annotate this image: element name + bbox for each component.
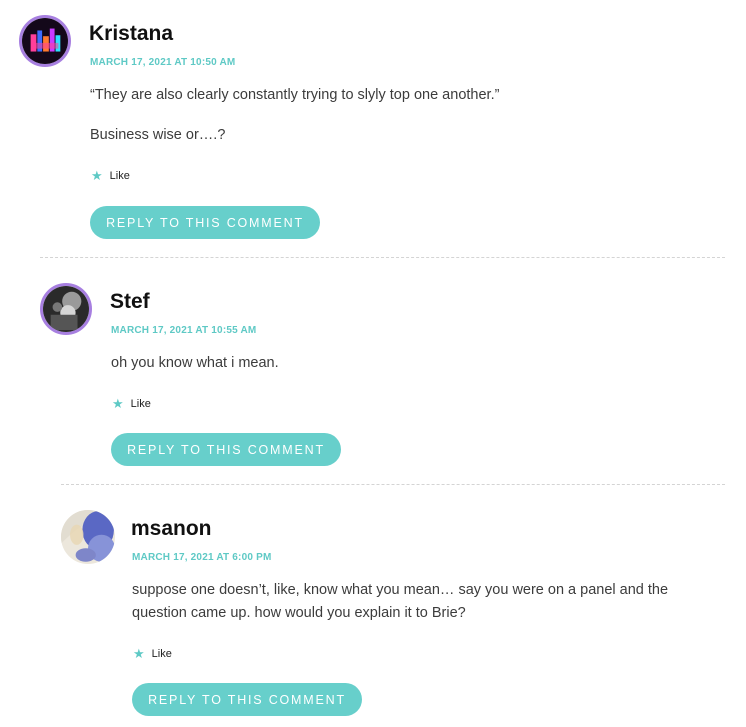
- like-button[interactable]: ★ Like: [91, 169, 130, 182]
- like-label: Like: [109, 169, 130, 182]
- comment-text: “They are also clearly constantly trying…: [90, 87, 500, 103]
- comment-date[interactable]: MARCH 17, 2021 AT 10:50 AM: [90, 57, 235, 68]
- avatar-abstract-icon[interactable]: [61, 510, 115, 564]
- comment-divider: [40, 257, 725, 258]
- reply-button[interactable]: REPLY TO THIS COMMENT: [111, 433, 341, 466]
- comment-divider: [61, 484, 725, 485]
- like-label: Like: [130, 397, 151, 410]
- comment-author[interactable]: Stef: [110, 290, 150, 314]
- comment-text: Business wise or….?: [90, 127, 226, 143]
- comment-text: oh you know what i mean.: [111, 355, 279, 371]
- comment-kristana: Kristana MARCH 17, 2021 AT 10:50 AM “The…: [19, 15, 725, 245]
- reply-button[interactable]: REPLY TO THIS COMMENT: [132, 683, 362, 716]
- avatar-neon-icon[interactable]: [19, 15, 71, 67]
- comment-date[interactable]: MARCH 17, 2021 AT 6:00 PM: [132, 552, 272, 563]
- like-label: Like: [151, 647, 172, 660]
- star-icon: ★: [112, 396, 124, 411]
- star-icon: ★: [91, 168, 103, 183]
- comment-msanon: msanon MARCH 17, 2021 AT 6:00 PM suppose…: [61, 510, 725, 720]
- star-icon: ★: [133, 646, 145, 661]
- avatar-photo-image: [43, 286, 89, 332]
- avatar-abstract-image: [61, 510, 115, 564]
- avatar-photo-icon[interactable]: [40, 283, 92, 335]
- comment-stef: Stef MARCH 17, 2021 AT 10:55 AM oh you k…: [40, 283, 725, 483]
- comment-author[interactable]: Kristana: [89, 22, 173, 46]
- comment-author[interactable]: msanon: [131, 517, 212, 541]
- like-button[interactable]: ★ Like: [133, 647, 172, 660]
- reply-button[interactable]: REPLY TO THIS COMMENT: [90, 206, 320, 239]
- avatar-neon-image: [22, 18, 68, 64]
- comment-date[interactable]: MARCH 17, 2021 AT 10:55 AM: [111, 325, 256, 336]
- comment-text: suppose one doesn’t, like, know what you…: [132, 582, 669, 621]
- like-button[interactable]: ★ Like: [112, 397, 151, 410]
